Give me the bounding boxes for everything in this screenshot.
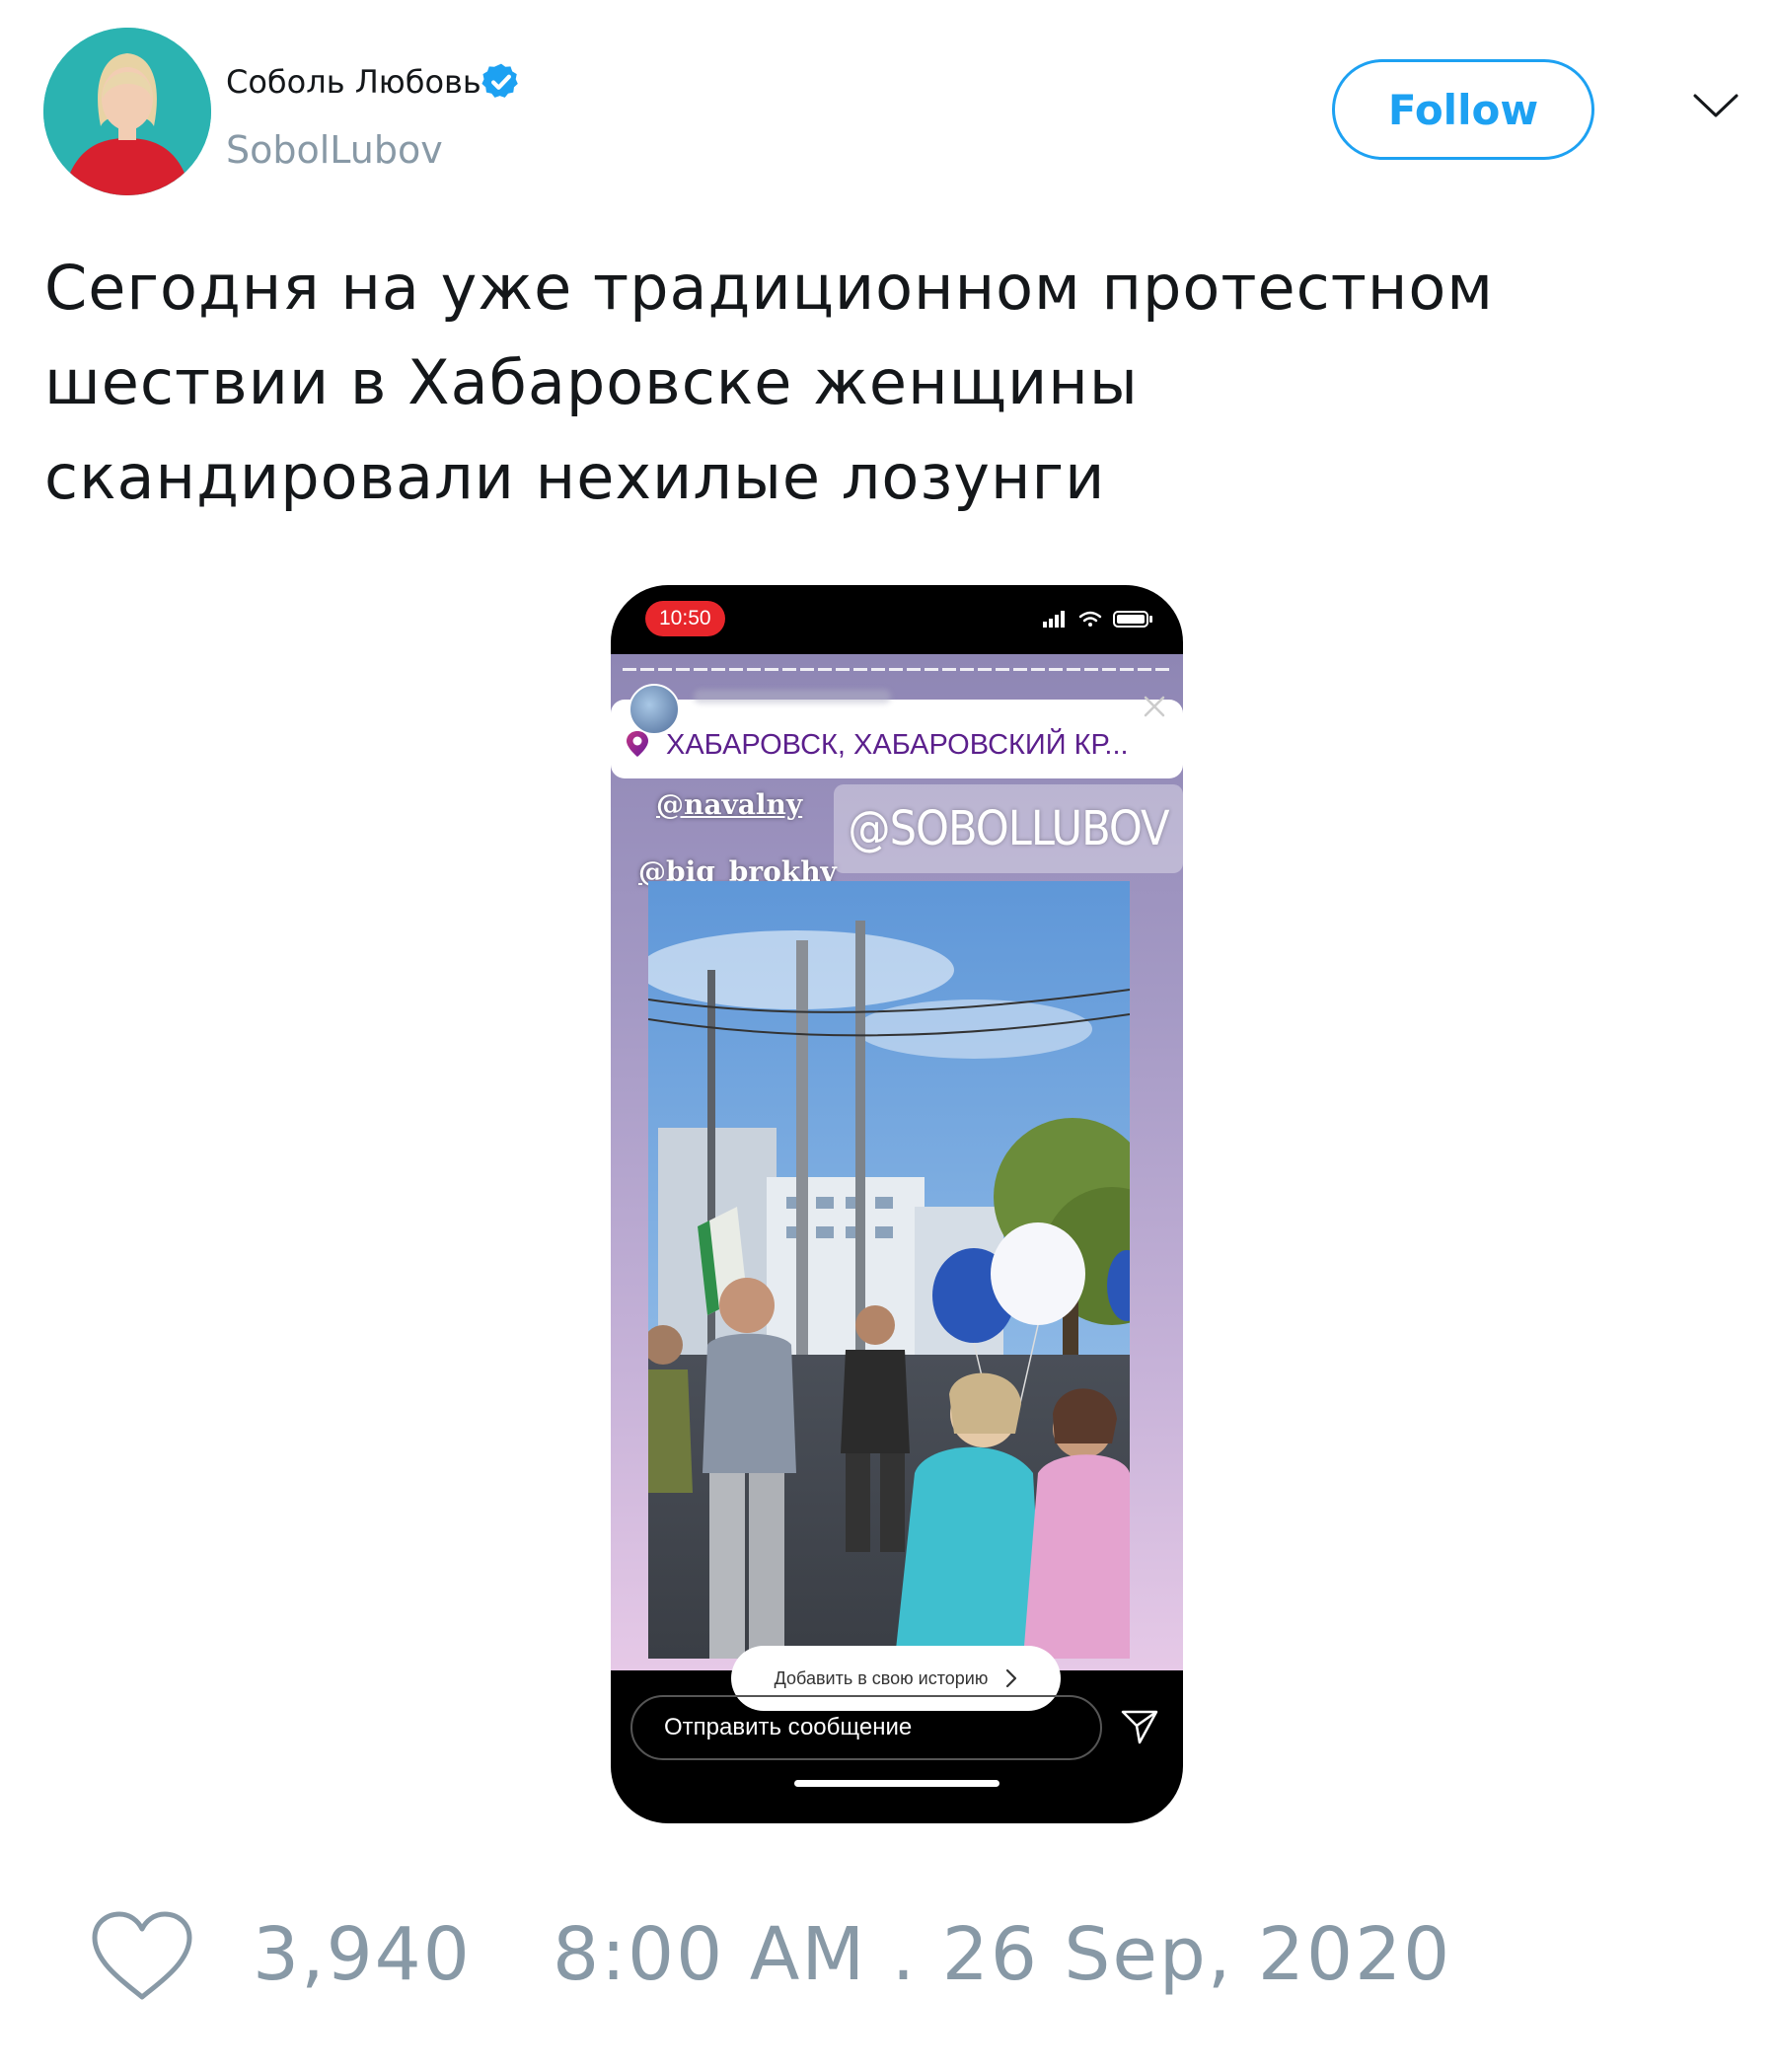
- add-to-story-label: Добавить в свою историю: [774, 1667, 989, 1688]
- message-input[interactable]: Отправить сообщение: [630, 1695, 1102, 1760]
- close-icon[interactable]: [1142, 694, 1167, 719]
- author-name[interactable]: Соболь Любовь: [226, 63, 481, 101]
- tweet-timestamp[interactable]: 8:00 AM . 26 Sep, 2020: [553, 1912, 1451, 1997]
- avatar-photo: [43, 28, 211, 195]
- verified-badge-icon: [481, 63, 518, 98]
- send-icon[interactable]: [1120, 1708, 1159, 1745]
- location-label: ХАБАРОВСК, ХАБАРОВСКИЙ КР...: [666, 729, 1129, 761]
- signal-icon: [1043, 611, 1065, 628]
- chevron-right-icon: [1006, 1668, 1017, 1688]
- heart-icon[interactable]: [89, 1910, 195, 2003]
- location-sticker: ХАБАРОВСК, ХАБАРОВСКИЙ КР...: [611, 684, 1183, 778]
- location-pin-icon: [627, 731, 648, 757]
- story-author-name: [694, 690, 891, 703]
- tweet-text-line: шествии в Хабаровске женщины: [44, 346, 1139, 418]
- wifi-icon: [1078, 611, 1102, 623]
- mention-tag: @navalny: [656, 788, 803, 821]
- mention-tag: @SOBOLLUBOV: [834, 784, 1183, 873]
- protest-video-image: [648, 881, 1130, 1659]
- author-avatar[interactable]: [43, 28, 211, 195]
- home-indicator: [794, 1780, 999, 1787]
- story-author-avatar: [629, 684, 680, 735]
- author-handle[interactable]: SobolLubov: [226, 128, 443, 172]
- status-bar-icons: [1043, 611, 1152, 628]
- video-frame: [648, 881, 1130, 1659]
- tweet-media-video[interactable]: 10:50 ХАБАРОВСК, ХАБАРОВСКИЙ КР... @nava…: [611, 585, 1183, 1823]
- follow-button[interactable]: Follow: [1332, 59, 1594, 160]
- like-count[interactable]: 3,940: [253, 1912, 472, 1997]
- tweet-text-line: Сегодня на уже традиционном протестном: [44, 252, 1495, 324]
- tweet-text-line: скандировали нехилые лозунги: [44, 441, 1106, 513]
- instagram-story: ХАБАРОВСК, ХАБАРОВСКИЙ КР... @navalny @b…: [611, 654, 1183, 1711]
- tweet-text: Сегодня на уже традиционном протестном ш…: [44, 241, 1702, 525]
- chevron-down-icon[interactable]: [1692, 91, 1739, 120]
- status-time: 10:50: [645, 601, 725, 636]
- battery-icon: [1113, 611, 1152, 628]
- story-progress-bar: [623, 668, 1171, 671]
